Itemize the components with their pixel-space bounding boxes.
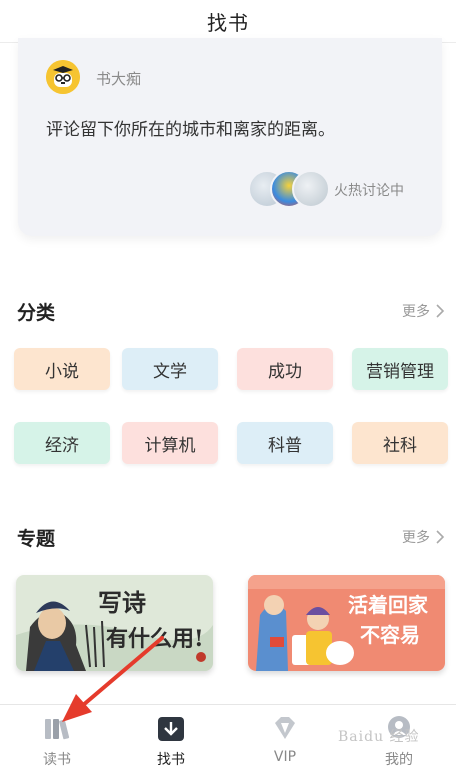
category-chip[interactable]: 计算机: [122, 422, 218, 464]
category-label: 科普: [268, 435, 302, 456]
top-bar: 找书: [0, 0, 456, 43]
participant-avatars: [248, 170, 330, 208]
participant-avatar: [292, 170, 330, 208]
more-label: 更多: [402, 530, 430, 546]
watermark: Baidu 经验: [338, 729, 420, 745]
avatar[interactable]: [46, 60, 80, 94]
category-label: 社科: [383, 435, 417, 456]
hot-discussion-label: 火热讨论中: [334, 183, 404, 199]
category-chip[interactable]: 科普: [237, 422, 333, 464]
category-label: 文学: [153, 361, 187, 382]
discussion-card[interactable]: 书大痴 评论留下你所在的城市和离家的距离。 火热讨论中: [18, 38, 442, 236]
tab-find-books[interactable]: 找书: [114, 705, 228, 775]
banner-text-line1: 写诗: [98, 588, 146, 617]
category-label: 营销管理: [366, 361, 434, 382]
category-chip[interactable]: 成功: [237, 348, 333, 390]
tab-label: 我的: [385, 752, 413, 768]
tab-label: VIP: [273, 749, 297, 765]
category-chip[interactable]: 经济: [14, 422, 110, 464]
tab-label: 读书: [43, 752, 71, 768]
category-chip[interactable]: 小说: [14, 348, 110, 390]
topic-banner-going-home[interactable]: 活着回家 不容易: [248, 575, 445, 671]
tab-reading[interactable]: 读书: [0, 705, 114, 775]
category-chip[interactable]: 文学: [122, 348, 218, 390]
banner-text-line2: 不容易: [360, 623, 420, 647]
page-title: 找书: [207, 10, 249, 35]
chevron-right-icon: [436, 304, 445, 318]
more-label: 更多: [402, 304, 430, 320]
diamond-icon: [275, 717, 295, 739]
categories-title: 分类: [17, 302, 56, 324]
topics-title: 专题: [17, 528, 56, 550]
nerd-avatar-icon: [46, 60, 80, 94]
chevron-right-icon: [436, 530, 445, 544]
topic-banner-poetry[interactable]: 写诗 有什么用!: [16, 575, 213, 671]
banner-text-line2: 有什么用!: [106, 626, 204, 652]
download-book-icon: [158, 717, 184, 741]
banner-text-line1: 活着回家: [348, 593, 428, 617]
tab-label: 找书: [157, 752, 185, 768]
category-label: 经济: [45, 435, 79, 456]
category-label: 成功: [268, 361, 302, 382]
discussion-text: 评论留下你所在的城市和离家的距离。: [46, 120, 335, 140]
topics-more-link[interactable]: 更多: [402, 527, 446, 547]
category-chip[interactable]: 社科: [352, 422, 448, 464]
category-label: 计算机: [144, 435, 196, 456]
tab-vip[interactable]: VIP: [228, 705, 342, 775]
bookshelf-icon: [45, 719, 70, 740]
category-label: 小说: [45, 361, 79, 382]
username: 书大痴: [96, 70, 142, 88]
category-chip[interactable]: 营销管理: [352, 348, 448, 390]
categories-more-link[interactable]: 更多: [402, 301, 446, 321]
